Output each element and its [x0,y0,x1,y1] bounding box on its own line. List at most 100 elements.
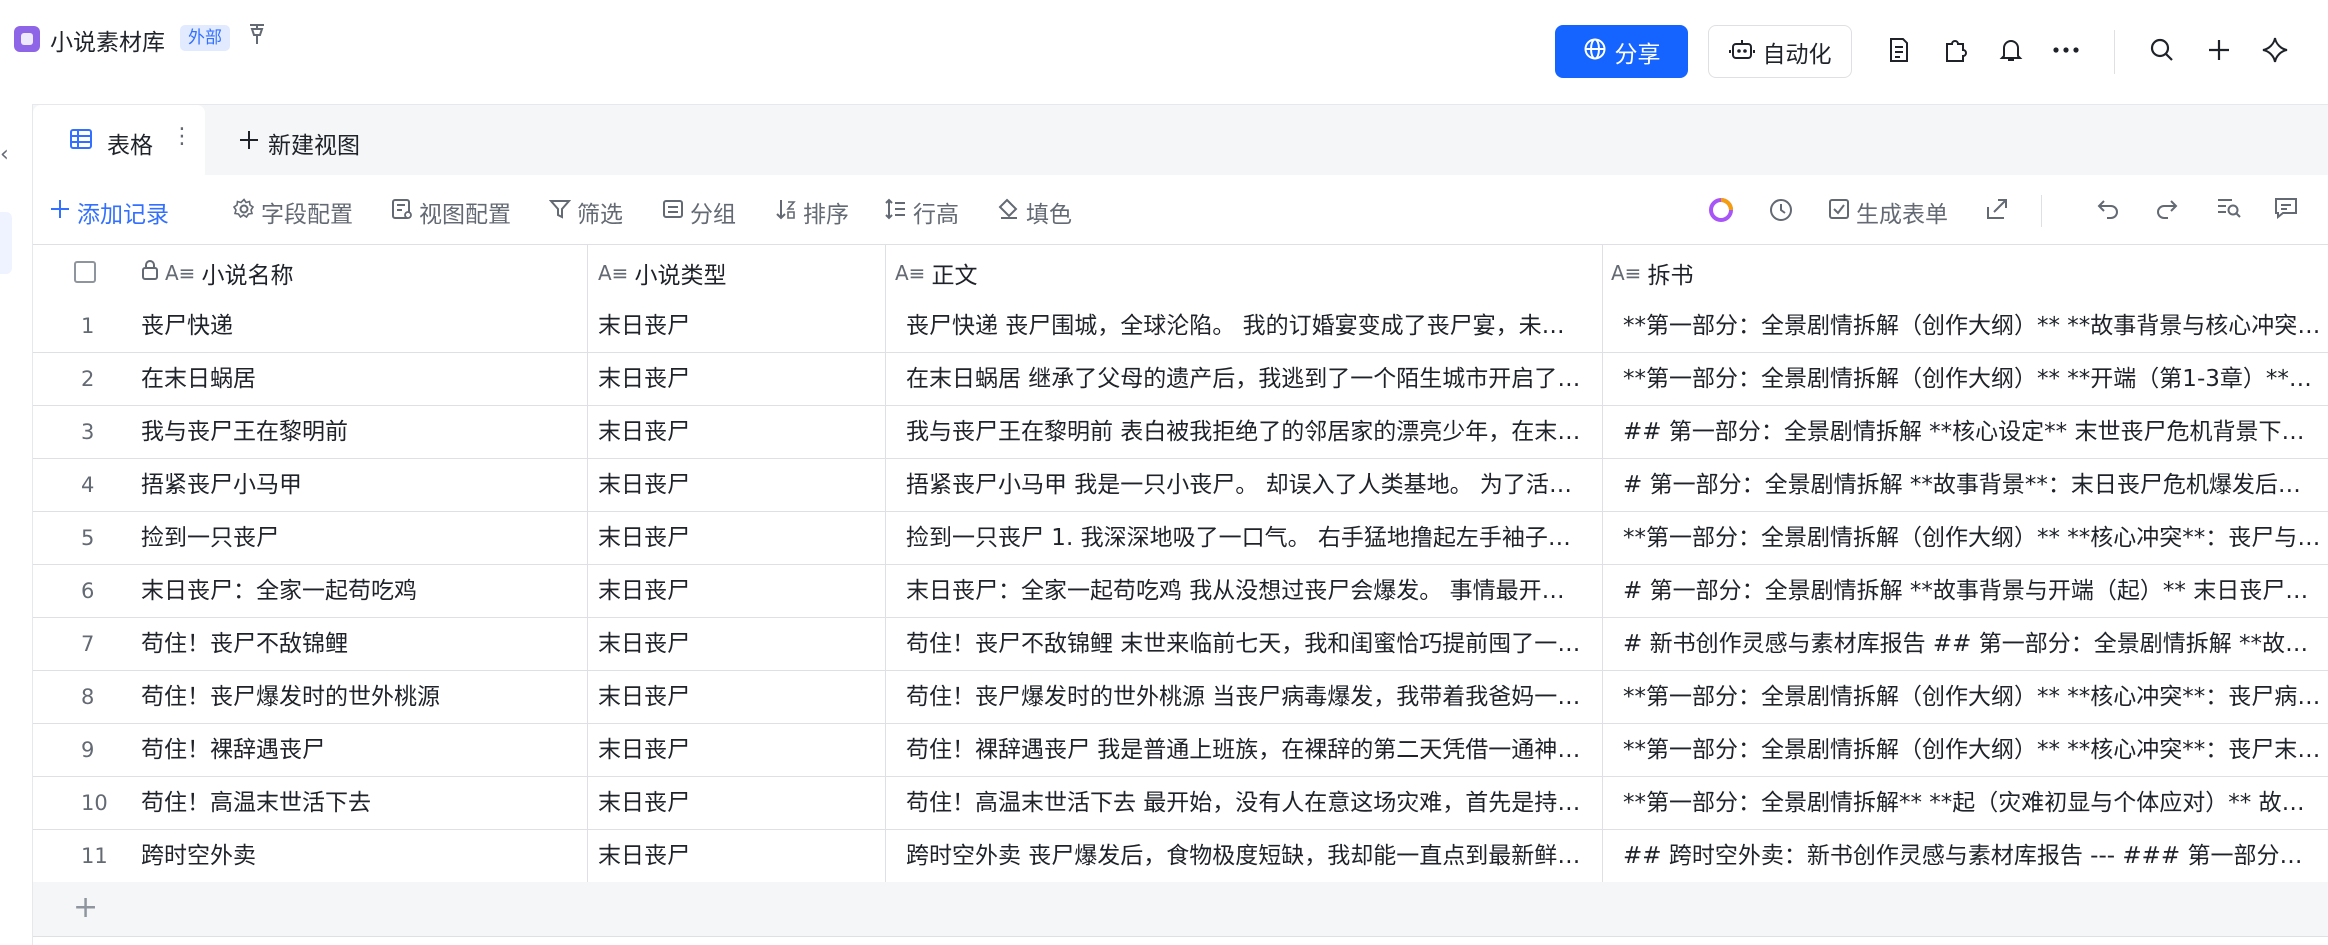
comment-icon[interactable] [2274,197,2298,219]
cell-novel-name[interactable]: 苟住！高温末世活下去 [141,777,577,829]
pin-icon[interactable] [246,22,268,52]
table-row[interactable]: 9 苟住！裸辞遇丧尸 末日丧尸 苟住！裸辞遇丧尸 我是普通上班族，在裸辞的第二天凭借一… [33,724,2328,777]
find-icon[interactable] [2216,197,2242,219]
cell-book-breakdown[interactable]: **第一部分：全景剧情拆解（创作大纲）** **核心冲突**：丧尸与人类之间的信… [1623,512,2323,564]
cell-novel-name[interactable]: 跨时空外卖 [141,830,577,882]
tab-grid-view[interactable]: 表格 ⋮ [33,105,205,175]
table-row[interactable]: 6 末日丧尸：全家一起苟吃鸡 末日丧尸 末日丧尸：全家一起苟吃鸡 我从没想过丧尸会爆发… [33,565,2328,618]
cell-novel-name[interactable]: 捡到一只丧尸 [141,512,577,564]
cell-book-breakdown[interactable]: ## 跨时空外卖：新书创作灵感与素材库报告 --- ### 第一部分：全景剧情拆… [1623,830,2323,882]
cell-body-text[interactable]: 捡到一只丧尸 1. 我深深地吸了一口气。 右手猛地撸起左手袖子，露出手臂 [906,512,1586,564]
app-logo-icon [14,26,40,52]
search-icon[interactable] [2144,32,2180,68]
table-row[interactable]: 2 在末日蜗居 末日丧尸 在末日蜗居 继承了父母的遗产后，我逃到了一个陌生城市开启了蜗… [33,353,2328,406]
row-number: 7 [81,632,95,656]
add-row-bar[interactable]: + [33,882,2328,937]
app-title[interactable]: 小说素材库 [50,23,165,57]
column-header-novel-type[interactable]: A≡ 小说类型 [598,245,726,301]
text-field-icon: A≡ [598,261,629,285]
more-icon[interactable] [2048,32,2084,68]
share-export-icon[interactable] [1985,197,2009,221]
plugin-icon[interactable] [1937,32,1973,68]
cell-novel-type[interactable]: 末日丧尸 [598,406,874,458]
table-row[interactable]: 4 捂紧丧尸小马甲 末日丧尸 捂紧丧尸小马甲 我是一只小丧尸。 却误入了人类基地。 为… [33,459,2328,512]
select-all-checkbox[interactable] [74,261,96,283]
cell-book-breakdown[interactable]: # 新书创作灵感与素材库报告 ## 第一部分：全景剧情拆解 **故事背景**：末… [1623,618,2323,670]
cell-body-text[interactable]: 跨时空外卖 丧尸爆发后，食物极度短缺，我却能一直点到最新鲜的外卖 [906,830,1586,882]
row-height-button[interactable]: 行高 [885,195,959,229]
plus-icon[interactable] [2201,32,2237,68]
history-icon[interactable] [1768,197,1794,223]
column-header-novel-name[interactable]: A≡ 小说名称 [141,245,293,301]
field-config-button[interactable]: 字段配置 [232,195,353,229]
ai-sparkle-icon[interactable] [2257,32,2293,68]
cell-body-text[interactable]: 苟住！丧尸爆发时的世外桃源 当丧尸病毒爆发，我带着我爸妈一起躲进了山里 [906,671,1586,723]
cell-novel-name[interactable]: 末日丧尸：全家一起苟吃鸡 [141,565,577,617]
new-view-button[interactable]: 新建视图 [238,126,360,160]
cell-body-text[interactable]: 丧尸快递 丧尸围城，全球沦陷。 我的订婚宴变成了丧尸宴，未婚夫咬上了我的脖子 [906,300,1586,352]
column-header-label: 小说类型 [634,263,727,289]
table-row[interactable]: 10 苟住！高温末世活下去 末日丧尸 苟住！高温末世活下去 最开始，没有人在意这场灾难… [33,777,2328,830]
cell-body-text[interactable]: 苟住！裸辞遇丧尸 我是普通上班族，在裸辞的第二天凭借一通神秘电话囤货 [906,724,1586,776]
cell-body-text[interactable]: 在末日蜗居 继承了父母的遗产后，我逃到了一个陌生城市开启了蜗居生活 [906,353,1586,405]
cell-book-breakdown[interactable]: **第一部分：全景剧情拆解** **起（灾难初显与个体应对）** 故事开端于高温… [1623,777,2323,829]
table-row[interactable]: 7 苟住！丧尸不敌锦鲤 末日丧尸 苟住！丧尸不敌锦鲤 末世来临前七天，我和闺蜜恰巧提前… [33,618,2328,671]
group-button[interactable]: 分组 [662,195,736,229]
fill-color-button[interactable]: 填色 [998,195,1072,229]
share-button[interactable]: 分享 [1555,25,1688,78]
cell-novel-type[interactable]: 末日丧尸 [598,618,874,670]
undo-icon[interactable] [2096,197,2120,219]
redo-icon[interactable] [2155,197,2179,219]
chevron-left-icon[interactable]: ‹ [0,142,9,167]
cell-book-breakdown[interactable]: **第一部分：全景剧情拆解（创作大纲）** **开端（第1-3章）**：主角继承… [1623,353,2323,405]
cell-novel-name[interactable]: 丧尸快递 [141,300,577,352]
cell-novel-type[interactable]: 末日丧尸 [598,830,874,882]
cell-book-breakdown[interactable]: **第一部分：全景剧情拆解（创作大纲）** **核心冲突**：丧尸病毒爆发后的生… [1623,671,2323,723]
add-record-button[interactable]: 添加记录 [49,195,169,229]
table-row[interactable]: 11 跨时空外卖 末日丧尸 跨时空外卖 丧尸爆发后，食物极度短缺，我却能一直点到最新鲜… [33,830,2328,883]
cell-novel-type[interactable]: 末日丧尸 [598,459,874,511]
row-number: 5 [81,526,95,550]
filter-button[interactable]: 筛选 [548,195,623,229]
external-badge: 外部 [180,25,230,51]
cell-book-breakdown[interactable]: ## 第一部分：全景剧情拆解 **核心设定** 末世丧尸危机背景下的情感纠葛故事 [1623,406,2323,458]
cell-novel-type[interactable]: 末日丧尸 [598,565,874,617]
bell-icon[interactable] [1993,32,2029,68]
cell-novel-name[interactable]: 捂紧丧尸小马甲 [141,459,577,511]
cell-book-breakdown[interactable]: **第一部分：全景剧情拆解（创作大纲）** **核心冲突**：丧尸末世中的生存危… [1623,724,2323,776]
doc-icon[interactable] [1881,32,1917,68]
cell-novel-type[interactable]: 末日丧尸 [598,724,874,776]
table-row[interactable]: 3 我与丧尸王在黎明前 末日丧尸 我与丧尸王在黎明前 表白被我拒绝了的邻居家的漂亮少年… [33,406,2328,459]
cell-body-text[interactable]: 我与丧尸王在黎明前 表白被我拒绝了的邻居家的漂亮少年，在末日来临的那一天 [906,406,1586,458]
cell-body-text[interactable]: 末日丧尸：全家一起苟吃鸡 我从没想过丧尸会爆发。 事情最开始的时候只是新闻 [906,565,1586,617]
cell-book-breakdown[interactable]: # 第一部分：全景剧情拆解 **故事背景**：末日丧尸危机爆发后，人类幸存者建立… [1623,459,2323,511]
cell-novel-name[interactable]: 苟住！丧尸不敌锦鲤 [141,618,577,670]
cell-novel-name[interactable]: 在末日蜗居 [141,353,577,405]
table-row[interactable]: 5 捡到一只丧尸 末日丧尸 捡到一只丧尸 1. 我深深地吸了一口气。 右手猛地撸起左手… [33,512,2328,565]
ai-assistant-icon[interactable] [1708,197,1734,223]
cell-novel-type[interactable]: 末日丧尸 [598,512,874,564]
cell-novel-name[interactable]: 苟住！丧尸爆发时的世外桃源 [141,671,577,723]
table-row[interactable]: 1 丧尸快递 末日丧尸 丧尸快递 丧尸围城，全球沦陷。 我的订婚宴变成了丧尸宴，未婚夫… [33,300,2328,353]
cell-novel-name[interactable]: 我与丧尸王在黎明前 [141,406,577,458]
cell-body-text[interactable]: 捂紧丧尸小马甲 我是一只小丧尸。 却误入了人类基地。 为了活下去我只能伪装 [906,459,1586,511]
column-header-body-text[interactable]: A≡ 正文 [895,245,977,301]
vertical-more-icon[interactable]: ⋮ [171,124,193,149]
cell-novel-type[interactable]: 末日丧尸 [598,353,874,405]
view-config-button[interactable]: 视图配置 [391,195,511,229]
cell-novel-type[interactable]: 末日丧尸 [598,777,874,829]
cell-novel-type[interactable]: 末日丧尸 [598,671,874,723]
row-number: 9 [81,738,95,762]
cell-body-text[interactable]: 苟住！高温末世活下去 最开始，没有人在意这场灾难，首先是持续不断的高温 [906,777,1586,829]
sort-button[interactable]: 排序 [775,195,849,229]
column-header-book-breakdown[interactable]: A≡ 拆书 [1611,245,1693,301]
cell-novel-type[interactable]: 末日丧尸 [598,300,874,352]
generate-form-button[interactable]: 生成表单 [1828,195,1948,229]
table-row[interactable]: 8 苟住！丧尸爆发时的世外桃源 末日丧尸 苟住！丧尸爆发时的世外桃源 当丧尸病毒爆发，… [33,671,2328,724]
cell-book-breakdown[interactable]: # 第一部分：全景剧情拆解 **故事背景与开端（起）** 末日丧尸爆发，全家囤货 [1623,565,2323,617]
tab-grid-label: 表格 [107,133,153,159]
cell-book-breakdown[interactable]: **第一部分：全景剧情拆解（创作大纲）** **故事背景与核心冲突**：末日爆发 [1623,300,2323,352]
cell-novel-name[interactable]: 苟住！裸辞遇丧尸 [141,724,577,776]
cell-body-text[interactable]: 苟住！丧尸不敌锦鲤 末世来临前七天，我和闺蜜恰巧提前囤了一大批物资 [906,618,1586,670]
automation-button[interactable]: 自动化 [1708,25,1852,78]
